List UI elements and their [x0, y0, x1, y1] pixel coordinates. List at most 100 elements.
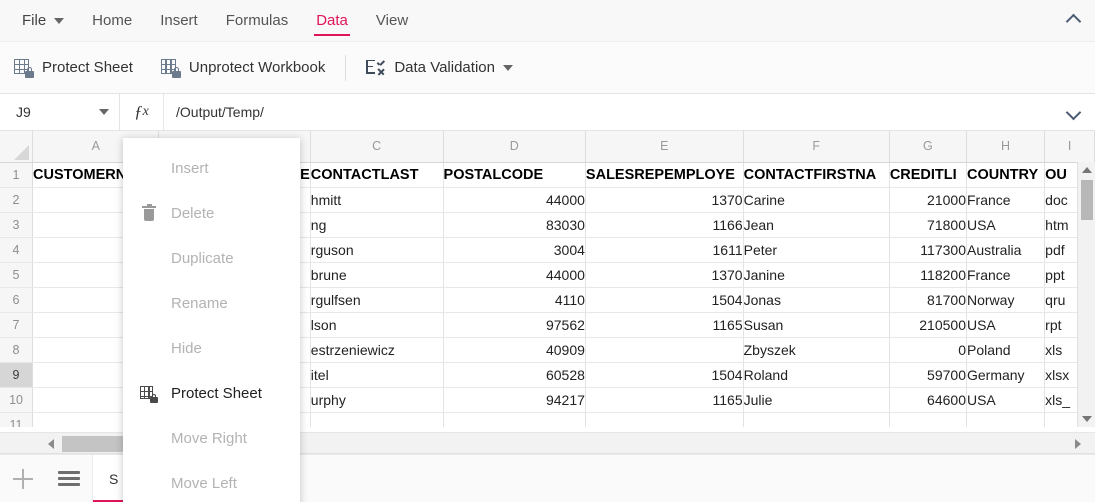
grid-cell[interactable]: urphy: [310, 387, 444, 413]
grid-cell[interactable]: 81700: [889, 287, 967, 313]
grid-cell[interactable]: 1165: [585, 387, 744, 413]
grid-cell[interactable]: 1504: [585, 362, 744, 388]
add-sheet-button[interactable]: [0, 455, 46, 502]
grid-cell[interactable]: itel: [310, 362, 444, 388]
grid-cell[interactable]: 3004: [443, 237, 586, 263]
row-header-1[interactable]: 1: [0, 162, 34, 188]
grid-cell[interactable]: [743, 412, 890, 427]
row-header-8[interactable]: 8: [0, 337, 34, 363]
row-header-7[interactable]: 7: [0, 312, 34, 338]
grid-cell[interactable]: 21000: [889, 187, 967, 213]
ribbon-collapse-button[interactable]: [1051, 0, 1095, 42]
grid-cell[interactable]: 1165: [585, 312, 744, 338]
scroll-left-button[interactable]: [40, 433, 62, 455]
grid-cell[interactable]: France: [966, 262, 1046, 288]
grid-cell[interactable]: 60528: [443, 362, 586, 388]
grid-cell[interactable]: 1370: [585, 262, 744, 288]
unprotect-workbook-button[interactable]: Unprotect Workbook: [147, 42, 339, 93]
grid-cell[interactable]: 44000: [443, 187, 586, 213]
grid-cell[interactable]: [889, 412, 967, 427]
grid-cell[interactable]: 1166: [585, 212, 744, 238]
grid-cell[interactable]: estrzeniewicz: [310, 337, 444, 363]
grid-cell[interactable]: [966, 412, 1046, 427]
grid-cell[interactable]: 83030: [443, 212, 586, 238]
grid-cell[interactable]: 40909: [443, 337, 586, 363]
grid-cell[interactable]: USA: [966, 212, 1046, 238]
tab-home[interactable]: Home: [78, 0, 146, 41]
context-menu-item-protect-sheet[interactable]: Protect Sheet: [123, 371, 300, 416]
grid-cell[interactable]: Zbyszek: [743, 337, 890, 363]
row-header-2[interactable]: 2: [0, 187, 34, 213]
tab-insert[interactable]: Insert: [146, 0, 212, 41]
grid-cell[interactable]: 1611: [585, 237, 744, 263]
tab-view[interactable]: View: [362, 0, 422, 41]
sheet-list-button[interactable]: [46, 455, 92, 502]
column-title-cell[interactable]: SALESREPEMPLOYE: [585, 162, 744, 188]
grid-cell[interactable]: France: [966, 187, 1046, 213]
row-header-6[interactable]: 6: [0, 287, 34, 313]
grid-cell[interactable]: Carine: [743, 187, 890, 213]
grid-cell[interactable]: USA: [966, 387, 1046, 413]
formula-bar-expand-button[interactable]: [1051, 94, 1095, 130]
grid-cell[interactable]: Poland: [966, 337, 1046, 363]
grid-cell[interactable]: [585, 337, 744, 363]
grid-cell[interactable]: 117300: [889, 237, 967, 263]
grid-cell[interactable]: 97562: [443, 312, 586, 338]
grid-cell[interactable]: 59700: [889, 362, 967, 388]
grid-cell[interactable]: 64600: [889, 387, 967, 413]
column-header-e[interactable]: E: [585, 131, 744, 163]
grid-cell[interactable]: [443, 412, 586, 427]
grid-cell[interactable]: 0: [889, 337, 967, 363]
grid-cell[interactable]: Susan: [743, 312, 890, 338]
formula-input[interactable]: /Output/Temp/: [164, 94, 1051, 130]
column-header-i[interactable]: I: [1044, 131, 1095, 163]
grid-cell[interactable]: Janine: [743, 262, 890, 288]
column-title-cell[interactable]: CONTACTFIRSTNA: [743, 162, 890, 188]
grid-cell[interactable]: 4110: [443, 287, 586, 313]
select-all-corner[interactable]: [0, 131, 34, 163]
grid-cell[interactable]: 118200: [889, 262, 967, 288]
vertical-scroll-thumb[interactable]: [1081, 180, 1093, 220]
column-title-cell[interactable]: CONTACTLAST: [310, 162, 444, 188]
row-header-10[interactable]: 10: [0, 387, 34, 413]
grid-cell[interactable]: 71800: [889, 212, 967, 238]
grid-cell[interactable]: [585, 412, 744, 427]
grid-cell[interactable]: lson: [310, 312, 444, 338]
grid-cell[interactable]: 210500: [889, 312, 967, 338]
grid-cell[interactable]: Roland: [743, 362, 890, 388]
row-header-11[interactable]: 11: [0, 412, 34, 427]
grid-cell[interactable]: 94217: [443, 387, 586, 413]
name-box[interactable]: J9: [0, 94, 120, 130]
row-header-4[interactable]: 4: [0, 237, 34, 263]
row-header-9[interactable]: 9: [0, 362, 34, 388]
vertical-scrollbar[interactable]: [1077, 162, 1095, 427]
column-header-f[interactable]: F: [743, 131, 890, 163]
row-header-3[interactable]: 3: [0, 212, 34, 238]
grid-cell[interactable]: brune: [310, 262, 444, 288]
tab-data[interactable]: Data: [302, 0, 362, 41]
grid-cell[interactable]: Jonas: [743, 287, 890, 313]
grid-cell[interactable]: rguson: [310, 237, 444, 263]
column-title-cell[interactable]: CREDITLI: [889, 162, 967, 188]
scroll-down-button[interactable]: [1078, 411, 1095, 427]
row-header-5[interactable]: 5: [0, 262, 34, 288]
column-title-cell[interactable]: COUNTRY: [966, 162, 1046, 188]
data-validation-button[interactable]: Data Validation: [352, 42, 527, 93]
grid-cell[interactable]: Australia: [966, 237, 1046, 263]
grid-cell[interactable]: Jean: [743, 212, 890, 238]
grid-cell[interactable]: Norway: [966, 287, 1046, 313]
scroll-right-button[interactable]: [1067, 433, 1089, 455]
column-header-g[interactable]: G: [889, 131, 967, 163]
grid-cell[interactable]: Peter: [743, 237, 890, 263]
grid-cell[interactable]: ng: [310, 212, 444, 238]
grid-cell[interactable]: USA: [966, 312, 1046, 338]
grid-cell[interactable]: 1370: [585, 187, 744, 213]
grid-cell[interactable]: rgulfsen: [310, 287, 444, 313]
grid-cell[interactable]: 1504: [585, 287, 744, 313]
column-title-cell[interactable]: POSTALCODE: [443, 162, 586, 188]
tab-formulas[interactable]: Formulas: [212, 0, 303, 41]
column-header-d[interactable]: D: [443, 131, 586, 163]
grid-cell[interactable]: Germany: [966, 362, 1046, 388]
grid-cell[interactable]: [310, 412, 444, 427]
column-header-h[interactable]: H: [966, 131, 1046, 163]
